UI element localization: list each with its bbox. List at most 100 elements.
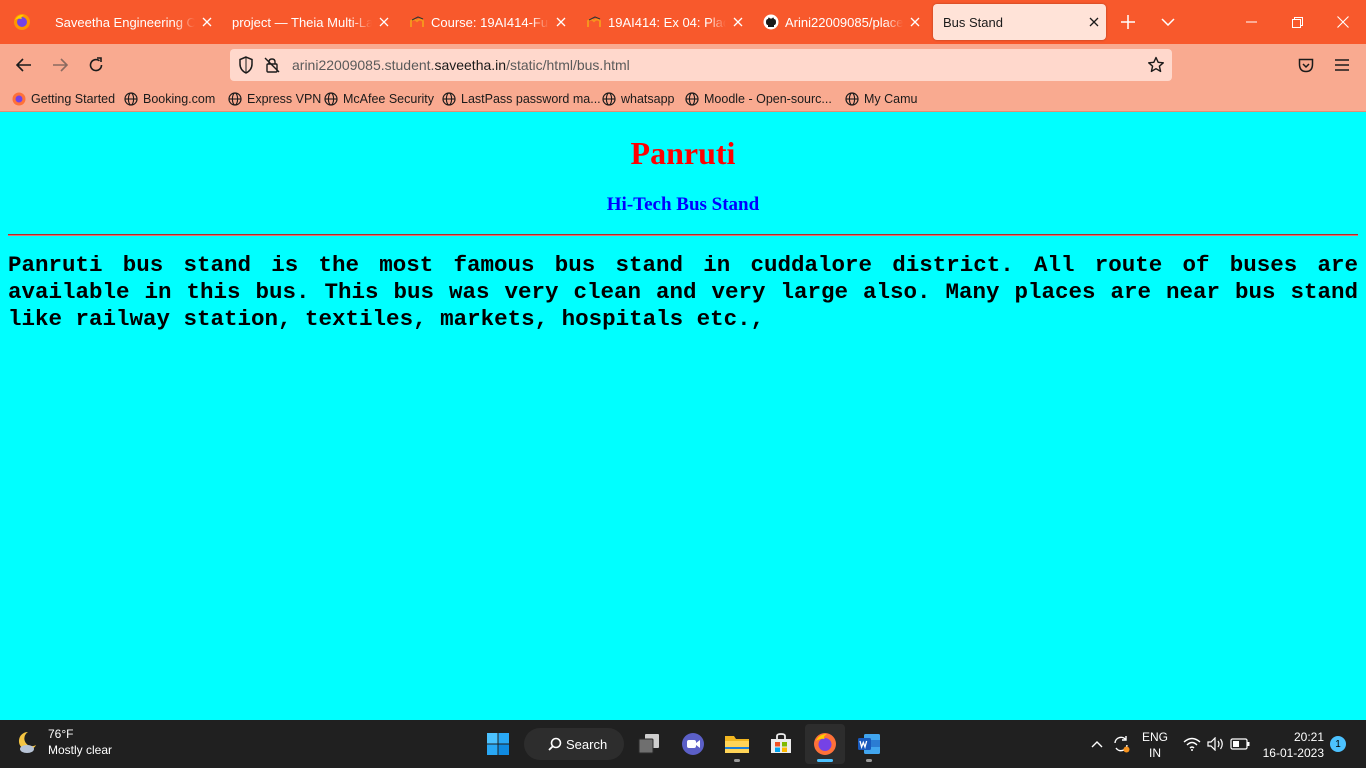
tab-saveetha[interactable]: Saveetha Engineering College (45, 4, 219, 40)
sync-icon (1111, 734, 1131, 754)
tab-close-icon[interactable] (199, 14, 215, 30)
plus-icon (1121, 15, 1135, 29)
bookmark-label: Getting Started (31, 92, 116, 106)
app-menu-button[interactable] (1326, 49, 1358, 81)
bookmark-booking[interactable]: Booking.com (124, 90, 215, 108)
network-button[interactable] (1180, 732, 1204, 756)
url-domain: saveetha.in (434, 57, 507, 73)
insecure-lock-icon[interactable] (264, 57, 280, 73)
store-button[interactable] (761, 724, 801, 764)
language-code: ENG (1141, 730, 1168, 744)
input-language[interactable]: ENG IN (1140, 729, 1170, 761)
word-button[interactable] (849, 724, 889, 764)
volume-button[interactable] (1204, 732, 1228, 756)
globe-icon (845, 92, 859, 106)
bookmark-express-vpn[interactable]: Express VPN (228, 90, 321, 108)
url-text[interactable]: arini22009085.student.saveetha.in/static… (292, 57, 630, 73)
task-view-button[interactable] (629, 724, 669, 764)
show-hidden-icons-button[interactable] (1085, 732, 1109, 756)
moon-cloud-icon (14, 729, 40, 755)
bookmark-getting-started[interactable]: Getting Started (12, 90, 115, 108)
tab-close-icon[interactable] (553, 14, 569, 30)
system-clock[interactable]: 20:21 16-01-2023 (1258, 729, 1324, 761)
tab-close-icon[interactable] (907, 14, 923, 30)
reload-button[interactable] (80, 49, 112, 81)
bookmark-label: My Camu (864, 92, 918, 106)
description-paragraph: Panruti bus stand is the most famous bus… (8, 252, 1358, 332)
minimize-icon (1245, 21, 1257, 23)
shield-icon[interactable] (238, 56, 254, 74)
forward-button[interactable] (44, 49, 76, 81)
tab-theia[interactable]: project — Theia Multi-Language (222, 4, 396, 40)
minimize-button[interactable] (1228, 0, 1274, 44)
globe-icon (124, 92, 138, 106)
sync-tray-button[interactable] (1109, 732, 1133, 756)
chevron-up-icon (1091, 740, 1103, 748)
firefox-icon (813, 732, 837, 756)
bookmark-moodle[interactable]: Moodle - Open-sourc... (685, 90, 832, 108)
globe-icon (602, 92, 616, 106)
tab-exercise[interactable]: 19AI414: Ex 04: Places Around (576, 4, 750, 40)
address-bar[interactable]: arini22009085.student.saveetha.in/static… (230, 49, 1172, 81)
clock-date: 16-01-2023 (1262, 746, 1324, 760)
bookmark-lastpass[interactable]: LastPass password ma... (442, 90, 601, 108)
bookmarks-toolbar: Getting Started Booking.com Express VPN … (0, 86, 1366, 112)
back-button[interactable] (8, 49, 40, 81)
bookmark-my-camu[interactable]: My Camu (845, 90, 917, 108)
clock-time: 20:21 (1293, 730, 1324, 744)
notification-badge[interactable]: 1 (1330, 736, 1346, 752)
wifi-icon (1183, 737, 1201, 751)
tab-title: project — Theia Multi-Language (232, 14, 372, 30)
close-window-button[interactable] (1320, 0, 1366, 44)
pocket-button[interactable] (1290, 49, 1322, 81)
tab-close-icon[interactable] (376, 14, 392, 30)
bookmark-mcafee[interactable]: McAfee Security (324, 90, 434, 108)
hamburger-menu-icon (1335, 59, 1349, 71)
weather-temperature: 76°F (48, 727, 74, 741)
tab-close-icon[interactable] (730, 14, 746, 30)
globe-icon (442, 92, 456, 106)
search-label: Search (566, 736, 608, 752)
bookmark-whatsapp[interactable]: whatsapp (602, 90, 675, 108)
firefox-menu-button[interactable] (0, 0, 43, 44)
bookmark-star-icon[interactable] (1147, 56, 1165, 74)
list-all-tabs-button[interactable] (1150, 4, 1186, 40)
globe-icon (685, 92, 699, 106)
tab-course[interactable]: Course: 19AI414-Fundamentals (399, 4, 573, 40)
store-icon (769, 732, 793, 756)
tab-title: Bus Stand (943, 14, 1003, 30)
chat-button[interactable] (673, 724, 713, 764)
new-tab-button[interactable] (1110, 4, 1146, 40)
restore-button[interactable] (1274, 0, 1320, 44)
moodle-favicon-icon (409, 14, 425, 30)
weather-widget[interactable]: 76°F Mostly clear (14, 726, 112, 758)
tab-github[interactable]: Arini22009085/places-around-me (753, 4, 927, 40)
arrow-left-icon (16, 58, 32, 72)
tab-title: 19AI414: Ex 04: Places Around (608, 14, 726, 30)
chat-icon (681, 732, 705, 756)
bookmark-label: McAfee Security (343, 92, 435, 106)
active-indicator (817, 759, 833, 762)
file-explorer-button[interactable] (717, 724, 757, 764)
battery-button[interactable] (1228, 732, 1252, 756)
windows-start-icon (486, 732, 510, 756)
taskbar-search[interactable]: Search (524, 728, 624, 760)
horizontal-rule (8, 234, 1358, 236)
page-content: Panruti Hi-Tech Bus Stand Panruti bus st… (0, 113, 1366, 720)
region-code: IN (1149, 746, 1161, 760)
folder-icon (724, 733, 750, 755)
bookmark-label: Express VPN (247, 92, 322, 106)
bookmark-label: whatsapp (621, 92, 675, 106)
tab-bus-stand[interactable]: Bus Stand (933, 4, 1106, 40)
task-view-icon (637, 733, 661, 755)
pocket-icon (1298, 58, 1314, 73)
firefox-icon (13, 13, 31, 31)
close-icon (1337, 16, 1349, 28)
search-icon (548, 737, 562, 751)
chevron-down-icon (1161, 18, 1175, 26)
word-icon (857, 732, 881, 756)
tab-close-icon[interactable] (1086, 14, 1102, 30)
start-button[interactable] (478, 724, 518, 764)
firefox-taskbar-button[interactable] (805, 724, 845, 764)
url-path: /static/html/bus.html (506, 57, 630, 73)
